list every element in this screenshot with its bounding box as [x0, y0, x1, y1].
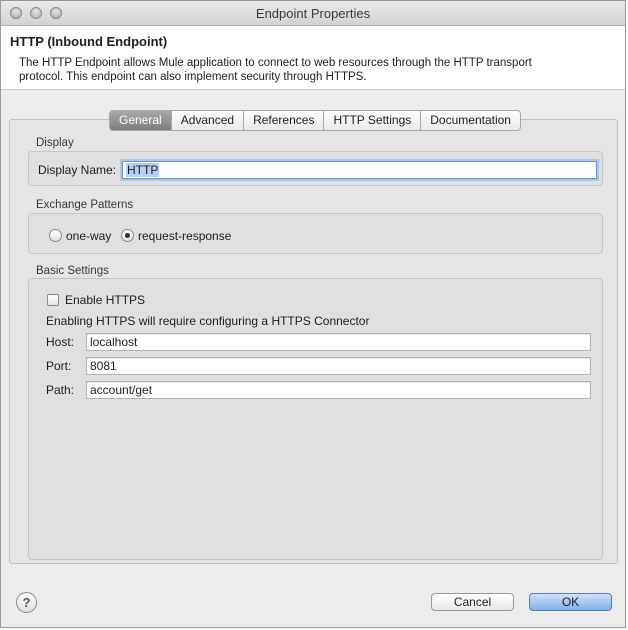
main-panel: Display Display Name: HTTP Exchange Patt…: [9, 110, 619, 565]
port-label: Port:: [46, 359, 72, 373]
window-title: Endpoint Properties: [255, 6, 371, 21]
one-way-label[interactable]: one-way: [66, 229, 111, 243]
title-bar[interactable]: Endpoint Properties: [1, 1, 625, 26]
display-name-label: Display Name:: [38, 163, 117, 177]
tab-general[interactable]: General: [110, 111, 172, 130]
one-way-radio[interactable]: [49, 229, 62, 242]
request-response-radio[interactable]: [121, 229, 134, 242]
enable-https-checkbox[interactable]: [47, 294, 59, 306]
https-note: Enabling HTTPS will require configuring …: [46, 314, 370, 328]
basic-settings-section-label: Basic Settings: [36, 265, 109, 277]
endpoint-properties-window: Endpoint Properties HTTP (Inbound Endpoi…: [0, 0, 626, 628]
display-section-label: Display: [36, 137, 74, 149]
cancel-button[interactable]: Cancel: [431, 593, 514, 611]
tab-references[interactable]: References: [244, 111, 325, 130]
display-name-value: HTTP: [126, 163, 160, 177]
tab-content: Display Display Name: HTTP Exchange Patt…: [9, 119, 618, 564]
header-title: HTTP (Inbound Endpoint): [10, 34, 168, 49]
host-label: Host:: [46, 335, 75, 349]
display-name-input[interactable]: HTTP: [122, 161, 597, 179]
display-group: Display Name: HTTP: [28, 151, 603, 186]
path-label: Path:: [46, 383, 75, 397]
path-input[interactable]: account/get: [86, 381, 591, 399]
tab-advanced[interactable]: Advanced: [172, 111, 245, 130]
enable-https-label[interactable]: Enable HTTPS: [65, 293, 145, 307]
ok-button[interactable]: OK: [529, 593, 612, 611]
basic-settings-group: Enable HTTPS Enabling HTTPS will require…: [28, 278, 603, 560]
header-description: The HTTP Endpoint allows Mule applicatio…: [19, 57, 532, 83]
dialog-header: HTTP (Inbound Endpoint) The HTTP Endpoin…: [1, 26, 625, 90]
tab-bar: General Advanced References HTTP Setting…: [109, 110, 521, 131]
tab-documentation[interactable]: Documentation: [421, 111, 520, 130]
tab-http-settings[interactable]: HTTP Settings: [324, 111, 422, 130]
help-icon[interactable]: ?: [16, 592, 37, 613]
port-input[interactable]: 8081: [86, 357, 591, 375]
exchange-group: one-way request-response: [28, 213, 603, 254]
exchange-section-label: Exchange Patterns: [36, 199, 134, 211]
request-response-label[interactable]: request-response: [138, 229, 231, 243]
host-input[interactable]: localhost: [86, 333, 591, 351]
